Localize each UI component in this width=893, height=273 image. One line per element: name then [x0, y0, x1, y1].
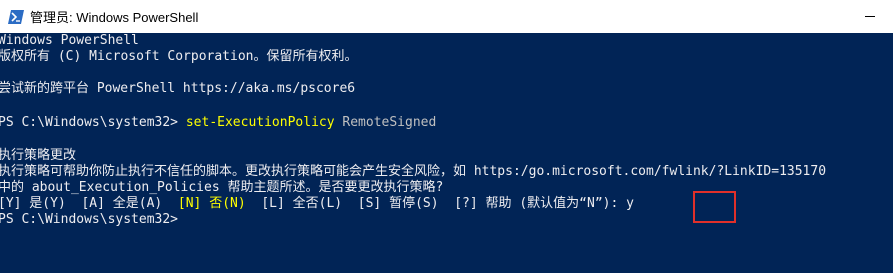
command-line: PS C:\Windows\system32> set-ExecutionPol…: [0, 115, 436, 131]
choice-default-option: [N] 否(N): [177, 196, 246, 211]
console-line: 版权所有 (C) Microsoft Corporation。保留所有权利。: [0, 49, 358, 64]
window-title: 管理员: Windows PowerShell: [30, 10, 199, 25]
minimize-button[interactable]: [847, 0, 893, 33]
choice-prompt-line: [Y] 是(Y) [A] 全是(A) [N] 否(N) [L] 全否(L) [S…: [0, 196, 634, 212]
title-bar[interactable]: 管理员: Windows PowerShell: [0, 0, 893, 33]
console-line: 执行策略更改: [0, 148, 77, 163]
console-line: 尝试新的跨平台 PowerShell https://aka.ms/pscore…: [0, 81, 356, 96]
minimize-icon: [865, 16, 875, 17]
choice-options: [Y] 是(Y) [A] 全是(A): [0, 196, 178, 211]
console-line: 中的 about_Execution_Policies 帮助主题所述。是否要更改…: [0, 180, 444, 195]
console-output[interactable]: Windows PowerShell 版权所有 (C) Microsoft Co…: [0, 33, 893, 273]
console-line: 执行策略可帮助你防止执行不信任的脚本。更改执行策略可能会产生安全风险，如 htt…: [0, 164, 827, 179]
choice-options-rest: [L] 全否(L) [S] 暂停(S) [?] 帮助 (默认值为“N”): y: [245, 196, 634, 211]
console-line: PS C:\Windows\system32>: [0, 212, 179, 227]
command-prompt: PS C:\Windows\system32>: [0, 115, 186, 130]
powershell-icon: [8, 9, 24, 25]
console-line: Windows PowerShell: [0, 33, 139, 48]
command-cmdlet: set-ExecutionPolicy: [185, 115, 335, 130]
powershell-window: 管理员: Windows PowerShell Windows PowerShe…: [0, 0, 893, 273]
command-argument: RemoteSigned: [334, 115, 437, 130]
